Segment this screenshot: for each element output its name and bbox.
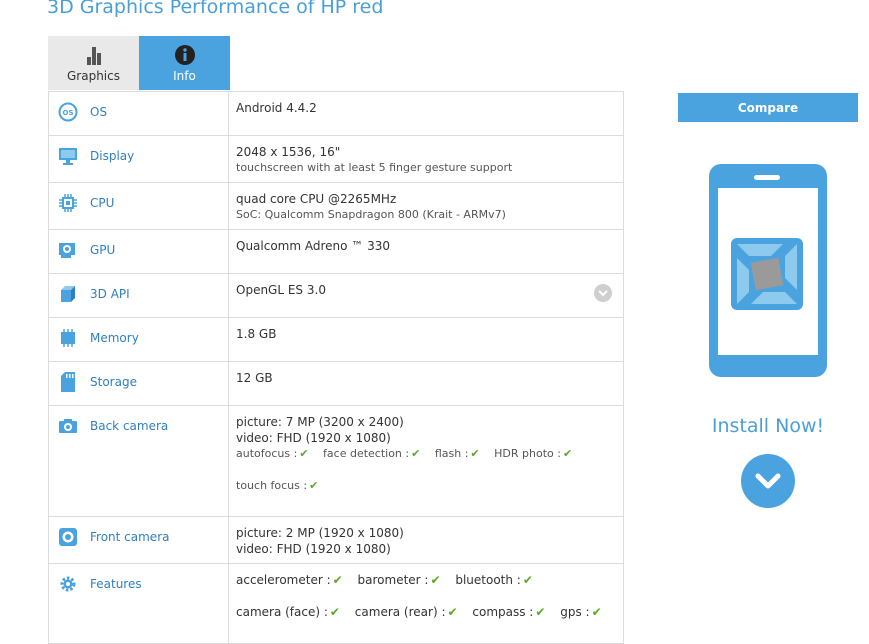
spec-label: Back camera xyxy=(90,419,169,433)
checkmark-icon: ✔ xyxy=(309,479,319,492)
camera-picture: picture: 2 MP (1920 x 1080) xyxy=(236,526,404,540)
front-camera-icon xyxy=(57,526,79,548)
gear-icon xyxy=(57,573,79,595)
checkmark-icon: ✔ xyxy=(470,447,480,460)
spec-value: 2048 x 1536, 16" xyxy=(236,145,341,159)
checkmark-icon: ✔ xyxy=(430,573,441,587)
feature-item: gps : ✔ xyxy=(560,605,602,619)
camera-icon xyxy=(57,415,79,437)
checkmark-icon: ✔ xyxy=(411,447,421,460)
info-icon xyxy=(174,44,195,66)
tab-graphics[interactable]: Graphics xyxy=(48,36,139,90)
spec-value: 1.8 GB xyxy=(236,327,277,341)
sd-card-icon xyxy=(57,371,79,393)
spec-row-memory: Memory 1.8 GB xyxy=(48,317,624,362)
spec-subvalue: SoC: Qualcomm Snapdragon 800 (Krait - AR… xyxy=(236,208,506,221)
spec-subvalue: touchscreen with at least 5 finger gestu… xyxy=(236,161,513,174)
checkmark-icon: ✔ xyxy=(329,605,340,619)
spec-row-storage: Storage 12 GB xyxy=(48,361,624,406)
monitor-icon xyxy=(57,145,79,167)
spec-row-front-camera: Front camera picture: 2 MP (1920 x 1080)… xyxy=(48,516,624,564)
download-chevron-down-icon[interactable] xyxy=(741,454,795,508)
compare-button[interactable]: Compare xyxy=(678,93,858,122)
spec-row-gpu: GPU Qualcomm Adreno ™ 330 xyxy=(48,229,624,274)
cube-icon xyxy=(57,283,79,305)
cpu-chip-icon xyxy=(57,192,79,214)
spec-label: 3D API xyxy=(90,287,130,301)
camera-feature-list: autofocus : ✔ face detection : ✔ flash : ✔ … xyxy=(236,446,623,462)
checkmark-icon: ✔ xyxy=(447,605,458,619)
memory-chip-icon xyxy=(57,327,79,349)
camera-video: video: FHD (1920 x 1080) xyxy=(236,431,391,445)
spec-label: Display xyxy=(90,149,135,163)
phone-illustration xyxy=(708,163,828,382)
feature-item: barometer : ✔ xyxy=(357,573,441,587)
checkmark-icon: ✔ xyxy=(562,447,573,460)
spec-label: GPU xyxy=(90,243,116,257)
gpu-card-icon xyxy=(57,239,79,261)
spec-label: Storage xyxy=(90,375,137,389)
spec-row-os: OS OS Android 4.4.2 xyxy=(48,91,624,136)
checkmark-icon: ✔ xyxy=(332,573,343,587)
feature-item: face detection : ✔ xyxy=(323,447,421,460)
feature-item: flash : ✔ xyxy=(434,447,480,460)
tab-info[interactable]: Info xyxy=(139,36,230,90)
spec-label: Memory xyxy=(90,331,139,345)
bar-chart-icon xyxy=(86,44,102,66)
tab-info-label: Info xyxy=(173,69,196,83)
camera-video: video: FHD (1920 x 1080) xyxy=(236,542,391,556)
spec-row-features: Features accelerometer : ✔ barometer : ✔ b… xyxy=(48,563,624,644)
page-title: 3D Graphics Performance of HP red xyxy=(47,0,384,18)
feature-item: autofocus : ✔ xyxy=(236,447,309,460)
spec-row-cpu: CPU quad core CPU @2265MHz SoC: Qualcomm… xyxy=(48,182,624,230)
tab-graphics-label: Graphics xyxy=(67,69,120,83)
spec-row-3d-api: 3D API OpenGL ES 3.0 xyxy=(48,273,624,318)
feature-item: camera (face) : ✔ xyxy=(236,605,340,619)
feature-item: bluetooth : ✔ xyxy=(455,573,533,587)
expand-chevron-down-icon[interactable] xyxy=(594,284,612,302)
feature-item: touch focus : ✔ xyxy=(236,479,319,492)
features-row: accelerometer : ✔ barometer : ✔ bluetooth … xyxy=(236,572,623,588)
spec-value: 12 GB xyxy=(236,371,273,385)
spec-label: Front camera xyxy=(90,530,170,544)
spec-row-back-camera: Back camera picture: 7 MP (3200 x 2400) … xyxy=(48,405,624,517)
spec-value: OpenGL ES 3.0 xyxy=(236,283,326,297)
checkmark-icon: ✔ xyxy=(522,573,533,587)
camera-picture: picture: 7 MP (3200 x 2400) xyxy=(236,415,404,429)
spec-row-display: Display 2048 x 1536, 16" touchscreen wit… xyxy=(48,135,624,183)
feature-item: camera (rear) : ✔ xyxy=(354,605,458,619)
feature-item: compass : ✔ xyxy=(472,605,546,619)
spec-label: OS xyxy=(90,105,108,119)
os-icon: OS xyxy=(57,101,79,123)
svg-text:OS: OS xyxy=(63,109,74,117)
spec-label: Features xyxy=(90,577,142,591)
specs-table: OS OS Android 4.4.2 Display 2048 x 1536,… xyxy=(48,91,624,644)
spec-value: Qualcomm Adreno ™ 330 xyxy=(236,239,391,253)
checkmark-icon: ✔ xyxy=(591,605,602,619)
checkmark-icon: ✔ xyxy=(535,605,546,619)
spec-value: Android 4.4.2 xyxy=(236,101,317,115)
features-row: camera (face) : ✔ camera (rear) : ✔ compas… xyxy=(236,604,623,620)
tab-bar: Graphics Info xyxy=(48,36,230,90)
feature-item: accelerometer : ✔ xyxy=(236,573,343,587)
checkmark-icon: ✔ xyxy=(299,447,309,460)
feature-item: HDR photo : ✔ xyxy=(494,447,573,460)
spec-label: CPU xyxy=(90,196,115,210)
install-now-link[interactable]: Install Now! xyxy=(678,415,858,437)
spec-value: quad core CPU @2265MHz xyxy=(236,192,397,206)
